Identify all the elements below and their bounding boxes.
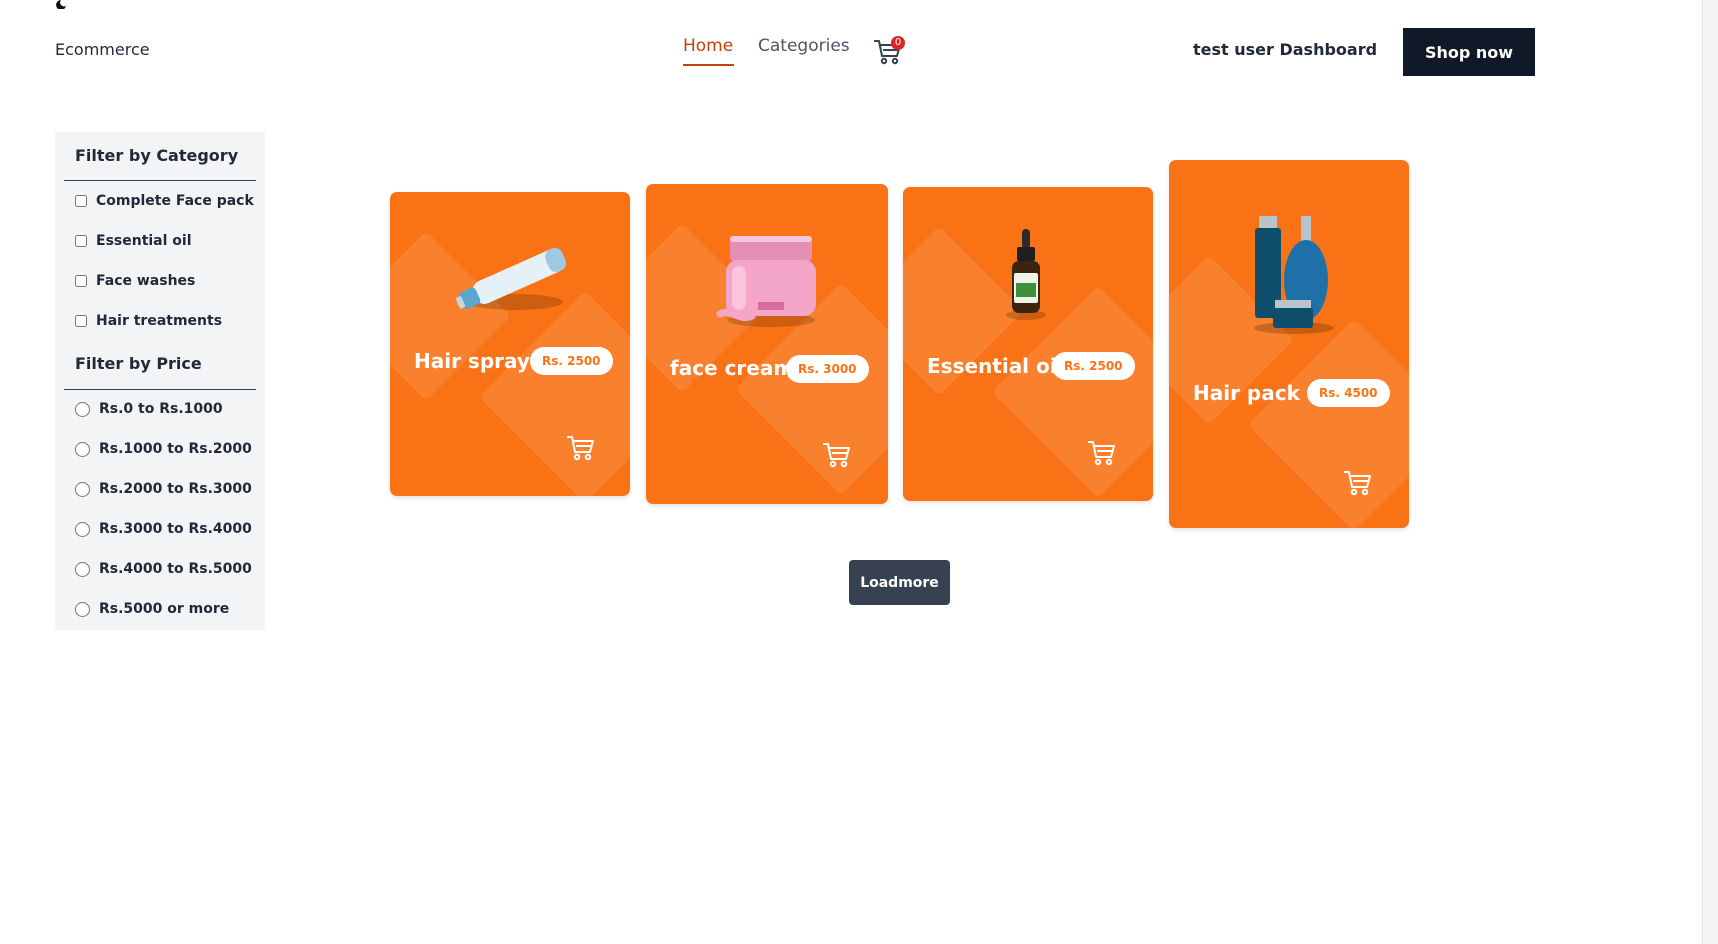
dashboard-link[interactable]: test user Dashboard <box>1193 40 1377 59</box>
load-more-button[interactable]: Loadmore <box>849 560 950 605</box>
category-filter-option[interactable]: Face washes <box>75 273 195 289</box>
add-to-cart-icon[interactable] <box>564 432 596 462</box>
add-to-cart-icon[interactable] <box>1085 437 1117 467</box>
product-name[interactable]: Essential oil <box>927 354 1063 378</box>
price-filter-option[interactable]: Rs.1000 to Rs.2000 <box>75 441 252 457</box>
product-card[interactable]: Hair spray Rs. 2500 <box>390 192 630 496</box>
scrollbar[interactable] <box>1702 0 1718 944</box>
price-label: Rs.5000 or more <box>99 601 230 617</box>
price-filter-option[interactable]: Rs.4000 to Rs.5000 <box>75 561 252 577</box>
category-checkbox[interactable] <box>75 275 87 287</box>
price-label: Rs.1000 to Rs.2000 <box>99 441 252 457</box>
divider <box>64 389 256 390</box>
product-name[interactable]: Hair pack <box>1193 381 1300 405</box>
price-label: Rs.3000 to Rs.4000 <box>99 521 252 537</box>
product-price: Rs. 4500 <box>1307 379 1390 407</box>
price-filter-option[interactable]: Rs.0 to Rs.1000 <box>75 401 223 417</box>
category-checkbox[interactable] <box>75 315 87 327</box>
price-radio[interactable] <box>75 601 90 617</box>
product-price: Rs. 2500 <box>1052 352 1135 380</box>
category-label: Complete Face pack <box>96 193 254 209</box>
product-name[interactable]: Hair spray <box>414 349 530 373</box>
filter-sidebar: Filter by Category Complete Face pack Es… <box>55 132 265 630</box>
category-filter-option[interactable]: Hair treatments <box>75 313 222 329</box>
category-label: Essential oil <box>96 233 192 249</box>
category-filter-option[interactable]: Complete Face pack <box>75 193 254 209</box>
logo-icon <box>56 0 66 9</box>
category-filter-heading: Filter by Category <box>75 146 239 165</box>
product-price: Rs. 2500 <box>530 347 613 375</box>
product-name[interactable]: face cream <box>670 356 794 380</box>
price-radio[interactable] <box>75 481 90 497</box>
nav-active-indicator <box>683 64 734 66</box>
dropper-bottle-icon <box>1006 229 1046 320</box>
price-filter-option[interactable]: Rs.3000 to Rs.4000 <box>75 521 252 537</box>
cart-count-badge: 0 <box>891 36 905 50</box>
cream-jar-icon <box>716 236 816 327</box>
category-label: Hair treatments <box>96 313 223 329</box>
price-filter-heading: Filter by Price <box>75 354 202 373</box>
add-to-cart-icon[interactable] <box>820 439 852 469</box>
add-to-cart-icon[interactable] <box>1341 467 1373 497</box>
category-label: Face washes <box>96 273 196 289</box>
price-radio[interactable] <box>75 401 90 417</box>
price-radio[interactable] <box>75 521 90 537</box>
spray-bottle-icon <box>456 247 567 310</box>
price-label: Rs.0 to Rs.1000 <box>99 401 223 417</box>
price-filter-option[interactable]: Rs.5000 or more <box>75 601 229 617</box>
brand-name[interactable]: Ecommerce <box>55 40 150 59</box>
product-price: Rs. 3000 <box>786 355 869 383</box>
price-filter-option[interactable]: Rs.2000 to Rs.3000 <box>75 481 252 497</box>
category-checkbox[interactable] <box>75 195 87 207</box>
price-label: Rs.2000 to Rs.3000 <box>99 481 252 497</box>
nav-home[interactable]: Home <box>683 36 733 56</box>
price-radio[interactable] <box>75 441 90 457</box>
category-checkbox[interactable] <box>75 235 87 247</box>
product-card[interactable]: Hair pack Rs. 4500 <box>1169 160 1409 528</box>
bottle-set-icon <box>1254 216 1334 334</box>
price-label: Rs.4000 to Rs.5000 <box>99 561 252 577</box>
product-card[interactable]: face cream Rs. 3000 <box>646 184 888 504</box>
price-radio[interactable] <box>75 561 90 577</box>
nav-categories[interactable]: Categories <box>758 36 850 56</box>
category-filter-option[interactable]: Essential oil <box>75 233 192 249</box>
shop-now-button[interactable]: Shop now <box>1403 28 1535 76</box>
product-card[interactable]: Essential oil Rs. 2500 <box>903 187 1153 501</box>
divider <box>64 180 256 181</box>
